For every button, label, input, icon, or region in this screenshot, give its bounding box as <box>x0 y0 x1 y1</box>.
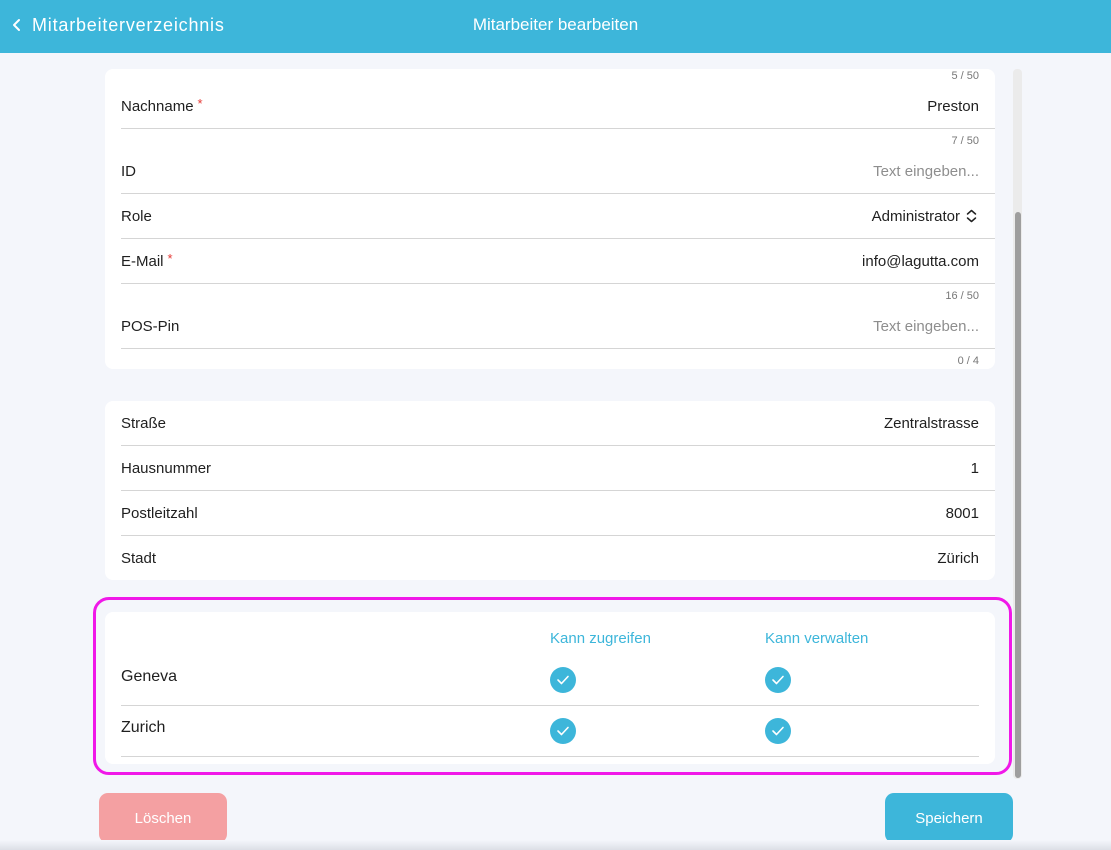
lastname-label: Nachname * <box>121 95 203 115</box>
required-mark: * <box>167 250 173 266</box>
first-name-counter: 5 / 50 <box>951 70 979 82</box>
city-label: Stadt <box>121 550 157 567</box>
email-counter: 16 / 50 <box>945 290 979 302</box>
save-button[interactable]: Speichern <box>885 793 1013 843</box>
required-mark: * <box>197 95 203 111</box>
access-checkbox[interactable] <box>550 718 576 744</box>
address-card: Straße Zentralstrasse Hausnummer 1 Postl… <box>105 401 995 580</box>
locations-permissions-card: Kann zugreifen Kann verwalten Geneva Zur… <box>105 612 995 764</box>
location-row: Geneva <box>121 655 979 706</box>
check-icon <box>557 726 569 736</box>
location-name: Zurich <box>121 719 166 736</box>
house-number-field[interactable]: Hausnummer 1 <box>121 446 995 491</box>
manage-checkbox[interactable] <box>765 718 791 744</box>
id-input[interactable]: Text eingeben... <box>873 163 979 180</box>
postal-code-label: Postleitzahl <box>121 504 198 522</box>
house-number-value[interactable]: 1 <box>971 460 979 477</box>
email-field[interactable]: E-Mail * info@lagutta.com <box>121 239 995 284</box>
delete-button[interactable]: Löschen <box>99 793 227 843</box>
chevron-up-down-icon <box>966 209 977 223</box>
location-row: Zurich <box>121 706 979 757</box>
page-title-text: Mitarbeiter bearbeiten <box>472 15 639 34</box>
back-button[interactable]: Mitarbeiterverzeichnis <box>10 0 225 50</box>
pos-pin-input[interactable]: Text eingeben... <box>873 318 979 335</box>
lastname-value[interactable]: Preston <box>927 98 979 115</box>
pos-pin-counter: 0 / 4 <box>957 355 979 367</box>
street-label: Straße <box>121 414 167 432</box>
lastname-field[interactable]: Nachname * Preston <box>121 84 995 129</box>
house-number-label: Hausnummer <box>121 459 212 477</box>
email-label: E-Mail * <box>121 250 173 270</box>
street-field[interactable]: Straße Zentralstrasse <box>121 401 995 446</box>
role-value: Administrator <box>871 207 960 225</box>
email-value[interactable]: info@lagutta.com <box>862 253 979 270</box>
bottom-edge <box>0 840 1111 850</box>
id-field[interactable]: ID Text eingeben... <box>121 149 995 194</box>
access-checkbox[interactable] <box>550 667 576 693</box>
scrollbar-thumb[interactable] <box>1015 212 1021 778</box>
chevron-left-icon <box>13 19 20 31</box>
manage-checkbox[interactable] <box>765 667 791 693</box>
pos-pin-field[interactable]: POS-Pin Text eingeben... <box>121 304 995 349</box>
location-name: Geneva <box>121 668 178 685</box>
check-icon <box>557 675 569 685</box>
street-value[interactable]: Zentralstrasse <box>884 415 979 432</box>
role-select[interactable]: Administrator <box>872 208 977 225</box>
check-icon <box>772 726 784 736</box>
lastname-counter: 7 / 50 <box>951 135 979 147</box>
id-label: ID <box>121 162 136 180</box>
role-field[interactable]: Role Administrator <box>121 194 995 239</box>
column-header-manage: Kann verwalten <box>765 630 869 647</box>
postal-code-value[interactable]: 8001 <box>946 505 979 522</box>
check-icon <box>772 675 784 685</box>
personal-info-card: 5 / 50 Nachname * Preston 7 / 50 ID Text … <box>105 69 995 369</box>
city-field[interactable]: Stadt Zürich <box>121 536 995 581</box>
role-label: Role <box>121 207 152 225</box>
column-header-access: Kann zugreifen <box>550 630 651 647</box>
city-value[interactable]: Zürich <box>937 550 979 567</box>
back-button-label: Mitarbeiterverzeichnis <box>32 14 225 35</box>
top-bar: Mitarbeiterverzeichnis Mitarbeiter bearb… <box>0 0 1111 53</box>
postal-code-field[interactable]: Postleitzahl 8001 <box>121 491 995 536</box>
pos-pin-label: POS-Pin <box>121 317 180 335</box>
